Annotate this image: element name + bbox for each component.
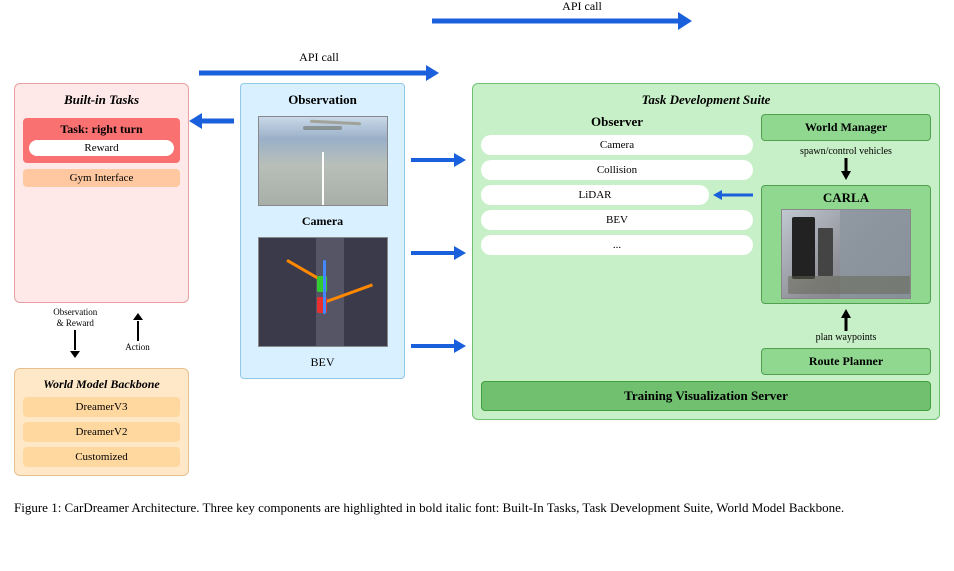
spawn-down-arrow	[839, 158, 853, 180]
bev-road	[316, 238, 344, 346]
builtin-tasks-box: Built-in Tasks Task: right turn Reward G…	[14, 83, 189, 303]
obs-action-arrows: Observation& Reward Action	[14, 303, 189, 362]
spawn-arrow-group: spawn/control vehicles	[800, 146, 892, 180]
road-image	[258, 116, 388, 206]
spawn-label: spawn/control vehicles	[800, 146, 892, 157]
action-label: Action	[125, 342, 150, 352]
api-label-text: API call	[299, 50, 339, 65]
builtin-tasks-title: Built-in Tasks	[64, 92, 139, 108]
camera-pill: Camera	[481, 135, 753, 155]
route-planner-box: Route Planner	[761, 348, 931, 375]
dots-pill: ...	[481, 235, 753, 255]
bev-to-training-arrow	[411, 339, 466, 353]
observer-col: Observer Camera Collision LiDAR BEV	[481, 114, 753, 375]
task-box: Task: right turn Reward	[23, 118, 180, 163]
carla-image	[781, 209, 911, 299]
plan-up-arrow	[839, 309, 853, 331]
camera-to-observer-arrow	[411, 246, 466, 260]
obs-down-line	[74, 330, 76, 350]
task-dev-inner: Observer Camera Collision LiDAR BEV	[481, 114, 931, 375]
dreamerv3-pill: DreamerV3	[23, 397, 180, 417]
plan-arrow-group: plan waypoints	[816, 309, 877, 343]
task-dev-suite: Task Development Suite Observer Camera C…	[472, 83, 940, 420]
carla-title: CARLA	[823, 190, 869, 206]
caption: Figure 1: CarDreamer Architecture. Three…	[10, 490, 944, 518]
observer-title: Observer	[591, 114, 643, 130]
world-manager-box: World Manager	[761, 114, 931, 141]
plan-label: plan waypoints	[816, 332, 877, 343]
gym-interface: Gym Interface	[23, 169, 180, 187]
task-label: Task: right turn	[29, 122, 174, 137]
camera-label: Camera	[302, 214, 343, 229]
lidar-row: LiDAR	[481, 185, 753, 205]
dreamerv2-pill: DreamerV2	[23, 422, 180, 442]
middle-col: Observation Camera	[240, 83, 405, 379]
lidar-pill: LiDAR	[481, 185, 709, 205]
collision-pill: Collision	[481, 160, 753, 180]
wm-col: World Manager spawn/control vehicles CAR…	[761, 114, 931, 375]
carla-lidar-arrow	[713, 189, 753, 201]
action-up-arrow	[133, 313, 143, 320]
main-row: Built-in Tasks Task: right turn Reward G…	[14, 83, 940, 476]
obs-reward-label: Observation& Reward	[53, 307, 97, 329]
obs-down-arrow	[70, 351, 80, 358]
world-model-title: World Model Backbone	[43, 377, 159, 392]
carla-box: CARLA	[761, 185, 931, 304]
left-column: Built-in Tasks Task: right turn Reward G…	[14, 83, 189, 476]
api-call-label: API call	[562, 0, 602, 14]
bev-label: BEV	[311, 355, 335, 370]
diagram-container: API call API call Built-in Tasks Task: r…	[10, 10, 944, 517]
training-vis-box: Training Visualization Server	[481, 381, 931, 411]
api-call-row: API call	[10, 10, 944, 36]
action-up-line	[137, 321, 139, 341]
reward-pill: Reward	[29, 140, 174, 156]
world-model-box: World Model Backbone DreamerV3 DreamerV2…	[14, 368, 189, 476]
bev-image	[258, 237, 388, 347]
bev-line-blue	[323, 260, 326, 314]
api-arrow	[432, 12, 692, 30]
middle-right-connectors	[411, 83, 466, 453]
obs-to-observer-arrow	[411, 153, 466, 167]
left-middle-connector	[189, 83, 234, 129]
task-dev-title: Task Development Suite	[481, 92, 931, 108]
observation-label: Observation	[288, 92, 357, 108]
customized-pill: Customized	[23, 447, 180, 467]
bev-pill: BEV	[481, 210, 753, 230]
